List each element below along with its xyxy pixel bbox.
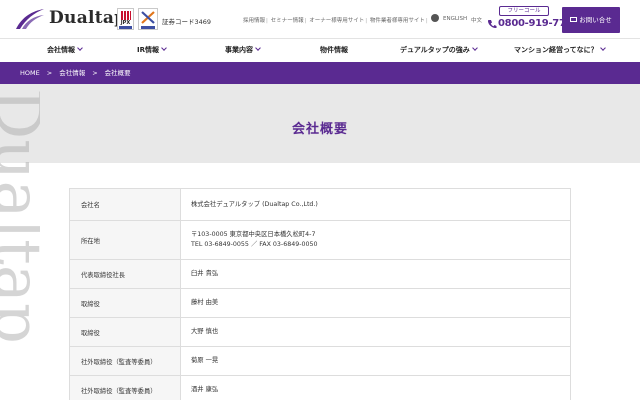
- row-value: 株式会社デュアルタップ (Dualtap Co.,Ltd.): [191, 200, 318, 208]
- jpx-badge: JPX: [117, 8, 134, 30]
- nav-item-strengths[interactable]: デュアルタップの強み: [400, 39, 478, 62]
- row-key: 取締役: [70, 318, 181, 346]
- mail-icon: [570, 17, 578, 22]
- nav-item-business[interactable]: 事業内容: [225, 39, 261, 62]
- row-key: 所在地: [70, 221, 181, 259]
- row-key: 取締役: [70, 289, 181, 317]
- table-row: 会社名 株式会社デュアルタップ (Dualtap Co.,Ltd.): [70, 189, 570, 221]
- lang-english[interactable]: ENGLISH: [443, 16, 467, 22]
- table-row: 代表取締役社長 臼井 貴弘: [70, 260, 570, 289]
- chevron-down-icon: [161, 45, 167, 51]
- globe-icon: [431, 14, 439, 22]
- freecall-label: フリーコール: [499, 6, 549, 16]
- row-value: 酒井 康弘: [191, 386, 219, 393]
- breadcrumb-home[interactable]: HOME: [20, 69, 40, 77]
- nav-item-company[interactable]: 会社情報: [47, 39, 83, 62]
- row-value: 菊原 一晃: [191, 357, 219, 364]
- row-key: 社外取締役（監査等委員）: [70, 376, 181, 400]
- row-value: 臼井 貴弘: [191, 270, 219, 277]
- table-row: 社外取締役（監査等委員） 菊原 一晃: [70, 347, 570, 376]
- breadcrumb-current: 会社概要: [104, 69, 131, 77]
- util-link-recruit[interactable]: 採用情報: [243, 18, 265, 24]
- util-link-seminar[interactable]: セミナー情報: [271, 18, 304, 24]
- utility-links: 採用情報| セミナー情報| オーナー様専用サイト| 物件業者様専用サイト|: [243, 18, 428, 24]
- table-row: 社外取締役（監査等委員） 酒井 康弘: [70, 376, 570, 400]
- table-row: 所在地 〒103-0005 東京都中央区日本橋久松町4-7 TEL 03-6849…: [70, 221, 570, 260]
- lang-chinese[interactable]: 中文: [471, 16, 482, 24]
- breadcrumb-company[interactable]: 会社情報: [59, 69, 85, 77]
- logo-mark-icon[interactable]: [14, 7, 46, 31]
- stock-code: 証券コード3469: [162, 18, 212, 26]
- page-title: 会社概要: [291, 122, 348, 137]
- row-value: 藤村 由美: [191, 299, 219, 306]
- chevron-down-icon: [471, 45, 478, 51]
- table-row: 取締役 藤村 由美: [70, 289, 570, 318]
- contact-button[interactable]: お問い合せ: [562, 7, 620, 33]
- watermark: Dualtap: [0, 88, 40, 344]
- breadcrumb: HOME > 会社情報 > 会社概要: [0, 62, 640, 84]
- row-key: 会社名: [70, 189, 181, 220]
- phone-icon: [487, 20, 497, 29]
- chevron-down-icon: [255, 45, 261, 51]
- util-link-agent[interactable]: 物件業者様専用サイト: [370, 18, 425, 24]
- row-value: 大野 慎也: [191, 328, 219, 335]
- row-value: 〒103-0005 東京都中央区日本橋久松町4-7 TEL 03-6849-005…: [191, 231, 318, 248]
- nav-item-ir[interactable]: IR情報: [137, 39, 167, 62]
- row-key: 社外取締役（監査等委員）: [70, 347, 181, 375]
- nav-item-properties[interactable]: 物件情報: [320, 39, 348, 62]
- logo-text[interactable]: Dualtap: [49, 8, 126, 28]
- main-nav: 会社情報 IR情報 事業内容 物件情報 デュアルタップの強み マンション経営って…: [0, 38, 640, 62]
- chevron-down-icon: [77, 45, 83, 51]
- chevron-down-icon: [599, 45, 606, 51]
- contact-button-label: お問い合せ: [579, 16, 612, 24]
- company-info-table: 会社名 株式会社デュアルタップ (Dualtap Co.,Ltd.) 所在地 〒…: [69, 188, 571, 400]
- util-link-owner[interactable]: オーナー様専用サイト: [309, 18, 364, 24]
- tse-badge: [138, 8, 158, 30]
- row-key: 代表取締役社長: [70, 260, 181, 288]
- table-row: 取締役 大野 慎也: [70, 318, 570, 347]
- nav-item-mansion[interactable]: マンション経営ってなに？: [514, 39, 606, 62]
- site-header: Dualtap JPX 証券コード3469 採用情報| セミナー情報| オーナー…: [0, 0, 640, 38]
